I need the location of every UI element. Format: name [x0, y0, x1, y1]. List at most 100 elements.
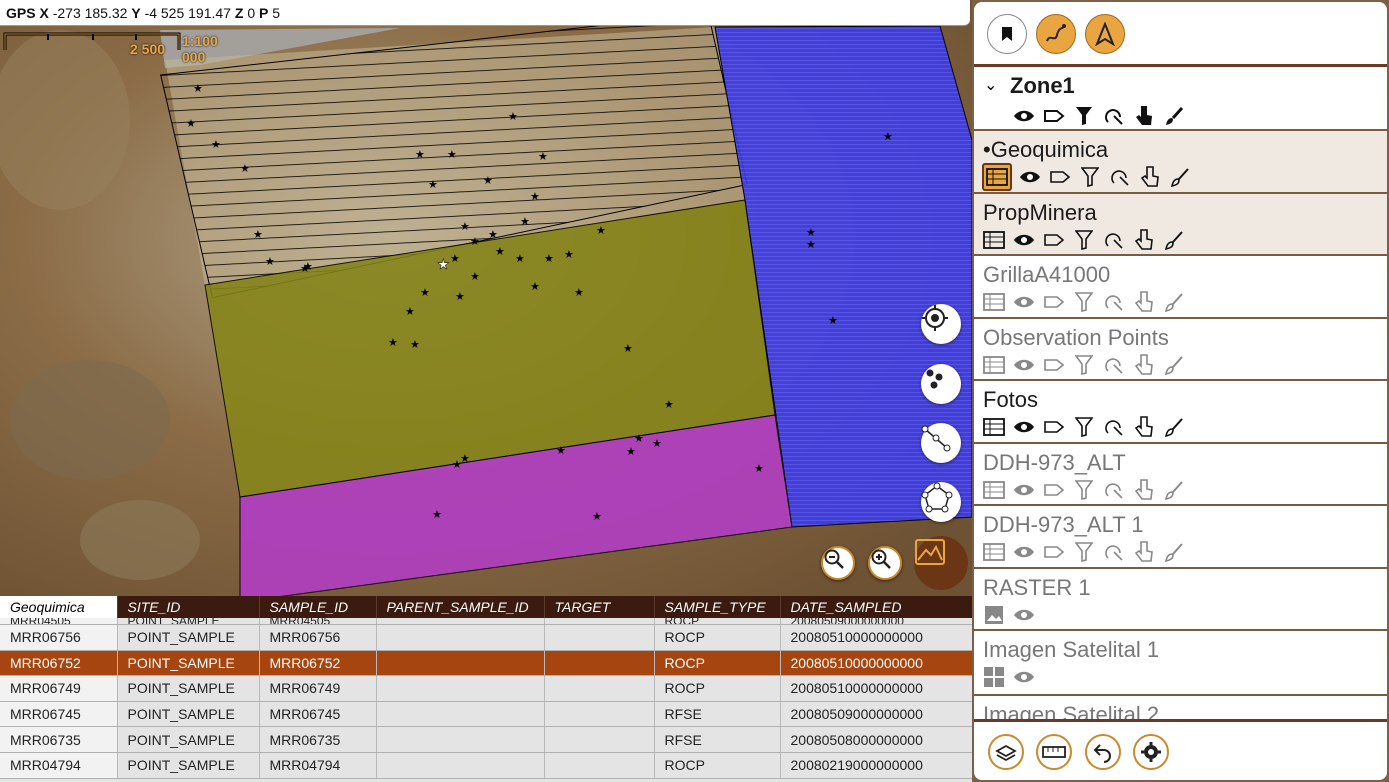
attribute-table-icon[interactable]	[982, 415, 1006, 439]
navigation-button[interactable]	[1085, 14, 1125, 54]
snap-icon[interactable]	[1102, 104, 1126, 128]
snap-icon[interactable]	[1102, 540, 1126, 564]
layer-item[interactable]: PropMinera	[974, 193, 1387, 256]
layer-item[interactable]: DDH-973_ALT	[974, 444, 1387, 506]
attribute-table-icon[interactable]	[982, 478, 1006, 502]
bookmark-button[interactable]	[987, 14, 1027, 54]
select-hand-icon[interactable]	[1132, 228, 1156, 252]
table-row[interactable]: MRR06735 POINT_SAMPLE MRR06735 RFSE 20080508…	[0, 726, 972, 753]
label-icon[interactable]	[1042, 415, 1066, 439]
visibility-icon[interactable]	[1012, 665, 1036, 689]
filter-icon[interactable]	[1072, 415, 1096, 439]
visibility-icon[interactable]	[1018, 165, 1042, 189]
layer-item[interactable]: RASTER 1	[974, 569, 1387, 631]
style-brush-icon[interactable]	[1162, 228, 1186, 252]
draw-line-button[interactable]	[921, 423, 961, 463]
attribute-table-icon[interactable]	[982, 353, 1006, 377]
filter-icon[interactable]	[1072, 104, 1096, 128]
raster-image-icon[interactable]	[982, 603, 1006, 627]
attribute-table-icon[interactable]	[982, 163, 1012, 191]
visibility-icon[interactable]	[1012, 104, 1036, 128]
track-button[interactable]	[1036, 14, 1076, 54]
measure-button[interactable]	[1036, 734, 1072, 770]
layer-item[interactable]: Fotos	[974, 381, 1387, 444]
draw-polygon-button[interactable]	[921, 482, 961, 522]
layer-item[interactable]: Imagen Satelital 1	[974, 631, 1387, 696]
snap-icon[interactable]	[1102, 228, 1126, 252]
table-row[interactable]: MRR04794 POINT_SAMPLE MRR04794 ROCP 20080219…	[0, 752, 972, 779]
filter-icon[interactable]	[1072, 478, 1096, 502]
select-hand-icon[interactable]	[1132, 104, 1156, 128]
filter-icon[interactable]	[1072, 228, 1096, 252]
filter-icon[interactable]	[1072, 540, 1096, 564]
attribute-table-icon[interactable]	[982, 228, 1006, 252]
locate-button[interactable]	[921, 304, 961, 344]
filter-icon[interactable]	[1072, 353, 1096, 377]
column-header[interactable]: PARENT_SAMPLE_ID	[376, 596, 545, 618]
table-row[interactable]: MRR06749 POINT_SAMPLE MRR06749 ROCP 20080510…	[0, 675, 972, 702]
snap-icon[interactable]	[1102, 415, 1126, 439]
visibility-icon[interactable]	[1012, 353, 1036, 377]
selected-point-icon[interactable]: ★	[437, 257, 450, 274]
table-row[interactable]: MRR06756 POINT_SAMPLE MRR06756 ROCP 20080510…	[0, 624, 972, 651]
table-row[interactable]: MRR06745 POINT_SAMPLE MRR06745 RFSE 20080509…	[0, 701, 972, 728]
layer-list[interactable]: ⌄ Zone1 •Geoquimica PropMinera GrillaA4100…	[974, 67, 1387, 719]
add-layer-button[interactable]	[988, 734, 1024, 770]
visibility-icon[interactable]	[1012, 290, 1036, 314]
select-hand-icon[interactable]	[1132, 290, 1156, 314]
visibility-icon[interactable]	[1012, 478, 1036, 502]
style-brush-icon[interactable]	[1162, 104, 1186, 128]
style-brush-icon[interactable]	[1162, 415, 1186, 439]
map-canvas[interactable]: ★★★★ ★★★★ ★★★★ ★★★★ ★★★★ ★ ★ ★★ ★★★★ ★★★ ★ …	[0, 0, 972, 596]
label-icon[interactable]	[1042, 290, 1066, 314]
visibility-icon[interactable]	[1012, 540, 1036, 564]
zone-group[interactable]: ⌄ Zone1	[974, 67, 1387, 131]
column-header[interactable]: SAMPLE_TYPE	[654, 596, 781, 618]
layer-item[interactable]: GrillaA41000	[974, 256, 1387, 319]
style-brush-icon[interactable]	[1168, 165, 1192, 189]
snap-icon[interactable]	[1102, 478, 1126, 502]
select-hand-icon[interactable]	[1132, 415, 1156, 439]
select-hand-icon[interactable]	[1138, 165, 1162, 189]
label-icon[interactable]	[1042, 353, 1066, 377]
style-brush-icon[interactable]	[1162, 540, 1186, 564]
layer-item[interactable]: •Geoquimica	[974, 131, 1387, 194]
label-icon[interactable]	[1042, 540, 1066, 564]
attribute-table[interactable]: Geoquimica SITE_ID SAMPLE_ID PARENT_SAMPLE_…	[0, 596, 972, 782]
select-hand-icon[interactable]	[1132, 353, 1156, 377]
visibility-icon[interactable]	[1012, 228, 1036, 252]
chevron-down-icon[interactable]: ⌄	[984, 75, 997, 94]
visibility-icon[interactable]	[1012, 415, 1036, 439]
column-header[interactable]: SITE_ID	[117, 596, 260, 618]
draw-points-button[interactable]	[921, 364, 961, 404]
attribute-table-icon[interactable]	[982, 540, 1006, 564]
column-header[interactable]: TARGET	[544, 596, 655, 618]
snap-icon[interactable]	[1108, 165, 1132, 189]
layer-item[interactable]: DDH-973_ALT 1	[974, 506, 1387, 569]
label-icon[interactable]	[1042, 228, 1066, 252]
settings-button[interactable]	[1133, 734, 1169, 770]
snap-icon[interactable]	[1102, 353, 1126, 377]
style-brush-icon[interactable]	[1162, 478, 1186, 502]
label-icon[interactable]	[1048, 165, 1072, 189]
map-view[interactable]: ★ ★ ★ ★ ★ ★ ★ ★ ★ ★ ★ ★ ★ ★ ★ ★ ★ ★ ★ ★ ★ ★ ★ ★ ★ ★ ★ ★ ★ ★ ★ ★ …	[0, 0, 972, 596]
snap-icon[interactable]	[1102, 290, 1126, 314]
visibility-icon[interactable]	[1012, 603, 1036, 627]
zoom-out-button[interactable]	[821, 546, 855, 580]
select-hand-icon[interactable]	[1132, 478, 1156, 502]
column-header[interactable]: DATE_SAMPLED	[780, 596, 972, 618]
select-hand-icon[interactable]	[1132, 540, 1156, 564]
attribute-table-icon[interactable]	[982, 290, 1006, 314]
column-header[interactable]: SAMPLE_ID	[259, 596, 377, 618]
zoom-in-button[interactable]	[868, 546, 902, 580]
undo-button[interactable]	[1085, 734, 1121, 770]
filter-icon[interactable]	[1078, 165, 1102, 189]
filter-icon[interactable]	[1072, 290, 1096, 314]
tile-grid-icon[interactable]	[982, 665, 1006, 689]
style-brush-icon[interactable]	[1162, 290, 1186, 314]
label-icon[interactable]	[1042, 478, 1066, 502]
layer-item[interactable]: Imagen Satelital 2	[974, 696, 1387, 719]
table-row-selected[interactable]: MRR06752 POINT_SAMPLE MRR06752 ROCP 20080510…	[0, 650, 972, 677]
label-icon[interactable]	[1042, 104, 1066, 128]
layer-item[interactable]: Observation Points	[974, 319, 1387, 381]
